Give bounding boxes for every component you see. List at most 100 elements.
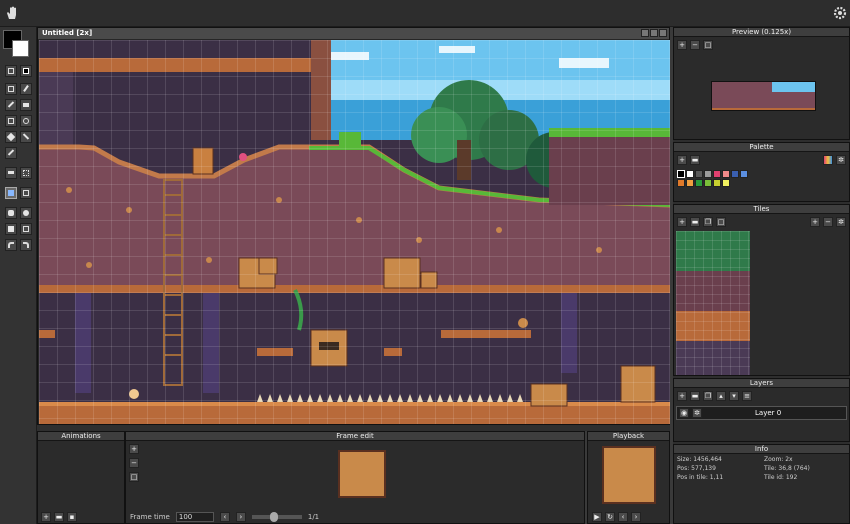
magic-wand-icon[interactable] [20,83,32,95]
pan-hand-icon[interactable] [5,207,17,219]
add-color-icon[interactable]: + [677,155,687,165]
close-button[interactable] [659,29,667,37]
tile-replace-icon[interactable] [5,223,17,235]
frame-controls: Frame time 100 ‹ › 1/1 [130,512,319,522]
info-pos-in-tile: Pos in tile: 1,11 [677,474,724,481]
delete-tile-icon[interactable]: ▬ [690,217,700,227]
tiles-title: Tiles [674,205,849,214]
frame-edit-toolbar: + − □ [129,444,139,482]
slider-handle[interactable] [269,512,278,522]
palette-swatch[interactable] [740,170,748,178]
tile-frame-icon[interactable] [20,223,32,235]
layer-visibility-eye-icon[interactable]: ◉ [679,408,689,418]
palette-swatch[interactable] [686,179,694,187]
preview-fit-icon[interactable]: □ [703,40,713,50]
tile-stamp-icon[interactable] [20,187,32,199]
layer-row[interactable]: ◉ ✲ Layer 0 [676,406,847,420]
palette-swatch[interactable] [722,170,730,178]
info-pos: Pos: 577,139 [677,465,716,472]
pencil-icon[interactable] [5,99,17,111]
tiles-zoom-out-icon[interactable]: − [823,217,833,227]
layer-down-icon[interactable]: ▾ [729,391,739,401]
copy-tile-icon[interactable]: ❐ [703,217,713,227]
palette-swatch[interactable] [722,179,730,187]
layer-up-icon[interactable]: ▴ [716,391,726,401]
palette-swatches [677,170,753,187]
play-icon[interactable]: ▶ [592,512,602,522]
merge-layer-icon[interactable]: ≡ [742,391,752,401]
tiles-panel: Tiles + ▬ ❐ □ + − ✲ [673,204,850,376]
swap-colors-icon[interactable] [5,65,17,77]
secondary-color-swatch[interactable] [12,40,29,57]
tile-grid-icon[interactable] [20,167,32,179]
reset-colors-icon[interactable] [20,65,32,77]
prev-frame-icon[interactable]: ‹ [219,512,230,522]
info-zoom: Zoom: 2x [764,456,793,463]
loop-icon[interactable]: ↻ [605,512,615,522]
frame-slider[interactable] [251,512,302,522]
palette-swatch[interactable] [686,170,694,178]
palette-swatch[interactable] [704,179,712,187]
tile-pointer-icon[interactable] [5,187,17,199]
palette-swatch[interactable] [677,179,685,187]
info-tile-id: Tile id: 192 [764,474,798,481]
select-rect-icon[interactable] [5,83,17,95]
palette-gradient-icon[interactable] [823,155,833,165]
palette-swatch[interactable] [731,170,739,178]
zoom-fit-icon[interactable]: □ [129,472,139,482]
delete-layer-icon[interactable]: ▬ [690,391,700,401]
zoom-icon[interactable] [20,207,32,219]
animations-title: Animations [38,432,124,441]
fill-bucket-icon[interactable] [5,131,17,143]
tile-options-icon[interactable]: □ [716,217,726,227]
palette-swatch[interactable] [695,170,703,178]
tile-mode-icon[interactable] [5,167,17,179]
rectangle-tool-icon[interactable] [5,115,17,127]
palette-swatch[interactable] [713,179,721,187]
prev-icon[interactable]: ‹ [618,512,628,522]
palette-swatch[interactable] [713,170,721,178]
ellipse-tool-icon[interactable] [20,115,32,127]
animations-panel: Animations + ▬ ▪ [37,431,125,524]
palette-swatch[interactable] [704,170,712,178]
tiles-gear-icon[interactable]: ✲ [836,217,846,227]
palette-gear-icon[interactable]: ✲ [836,155,846,165]
palette-swatch[interactable] [677,170,685,178]
preview-zoom-out-icon[interactable]: − [690,40,700,50]
select-animation-icon[interactable]: ▪ [67,512,77,522]
minimize-button[interactable] [641,29,649,37]
color-picker-icon[interactable] [5,147,17,159]
tileset-grid[interactable] [676,231,750,375]
next-frame-icon[interactable]: › [235,512,246,522]
add-animation-icon[interactable]: + [41,512,51,522]
next-icon[interactable]: › [631,512,641,522]
preview-zoom-in-icon[interactable]: + [677,40,687,50]
tiles-zoom-bar: + − ✲ [810,217,846,227]
preview-minimap[interactable] [711,81,816,111]
info-tile: Tile: 36,8 (764) [764,465,810,472]
zoom-out-icon[interactable]: − [129,458,139,468]
settings-gear-icon[interactable] [833,6,847,20]
eraser-icon[interactable] [20,99,32,111]
palette-swatch[interactable] [695,179,703,187]
eyedropper-icon[interactable] [20,131,32,143]
window-controls [641,29,667,37]
tiles-zoom-in-icon[interactable]: + [810,217,820,227]
hand-icon[interactable] [5,6,19,20]
duplicate-layer-icon[interactable]: ❐ [703,391,713,401]
layers-toolbar: + ▬ ❐ ▴ ▾ ≡ [677,391,752,401]
redo-icon[interactable] [20,239,32,251]
maximize-button[interactable] [650,29,658,37]
frame-time-input[interactable]: 100 [175,512,214,522]
layer-settings-gear-icon[interactable]: ✲ [692,408,702,418]
frame-thumbnail[interactable] [338,450,386,498]
playback-title: Playback [588,432,669,441]
add-tile-icon[interactable]: + [677,217,687,227]
undo-icon[interactable] [5,239,17,251]
delete-color-icon[interactable]: ▬ [690,155,700,165]
add-layer-icon[interactable]: + [677,391,687,401]
palette-title: Palette [674,143,849,152]
zoom-in-icon[interactable]: + [129,444,139,454]
tilemap-canvas[interactable] [39,40,670,424]
delete-animation-icon[interactable]: ▬ [54,512,64,522]
